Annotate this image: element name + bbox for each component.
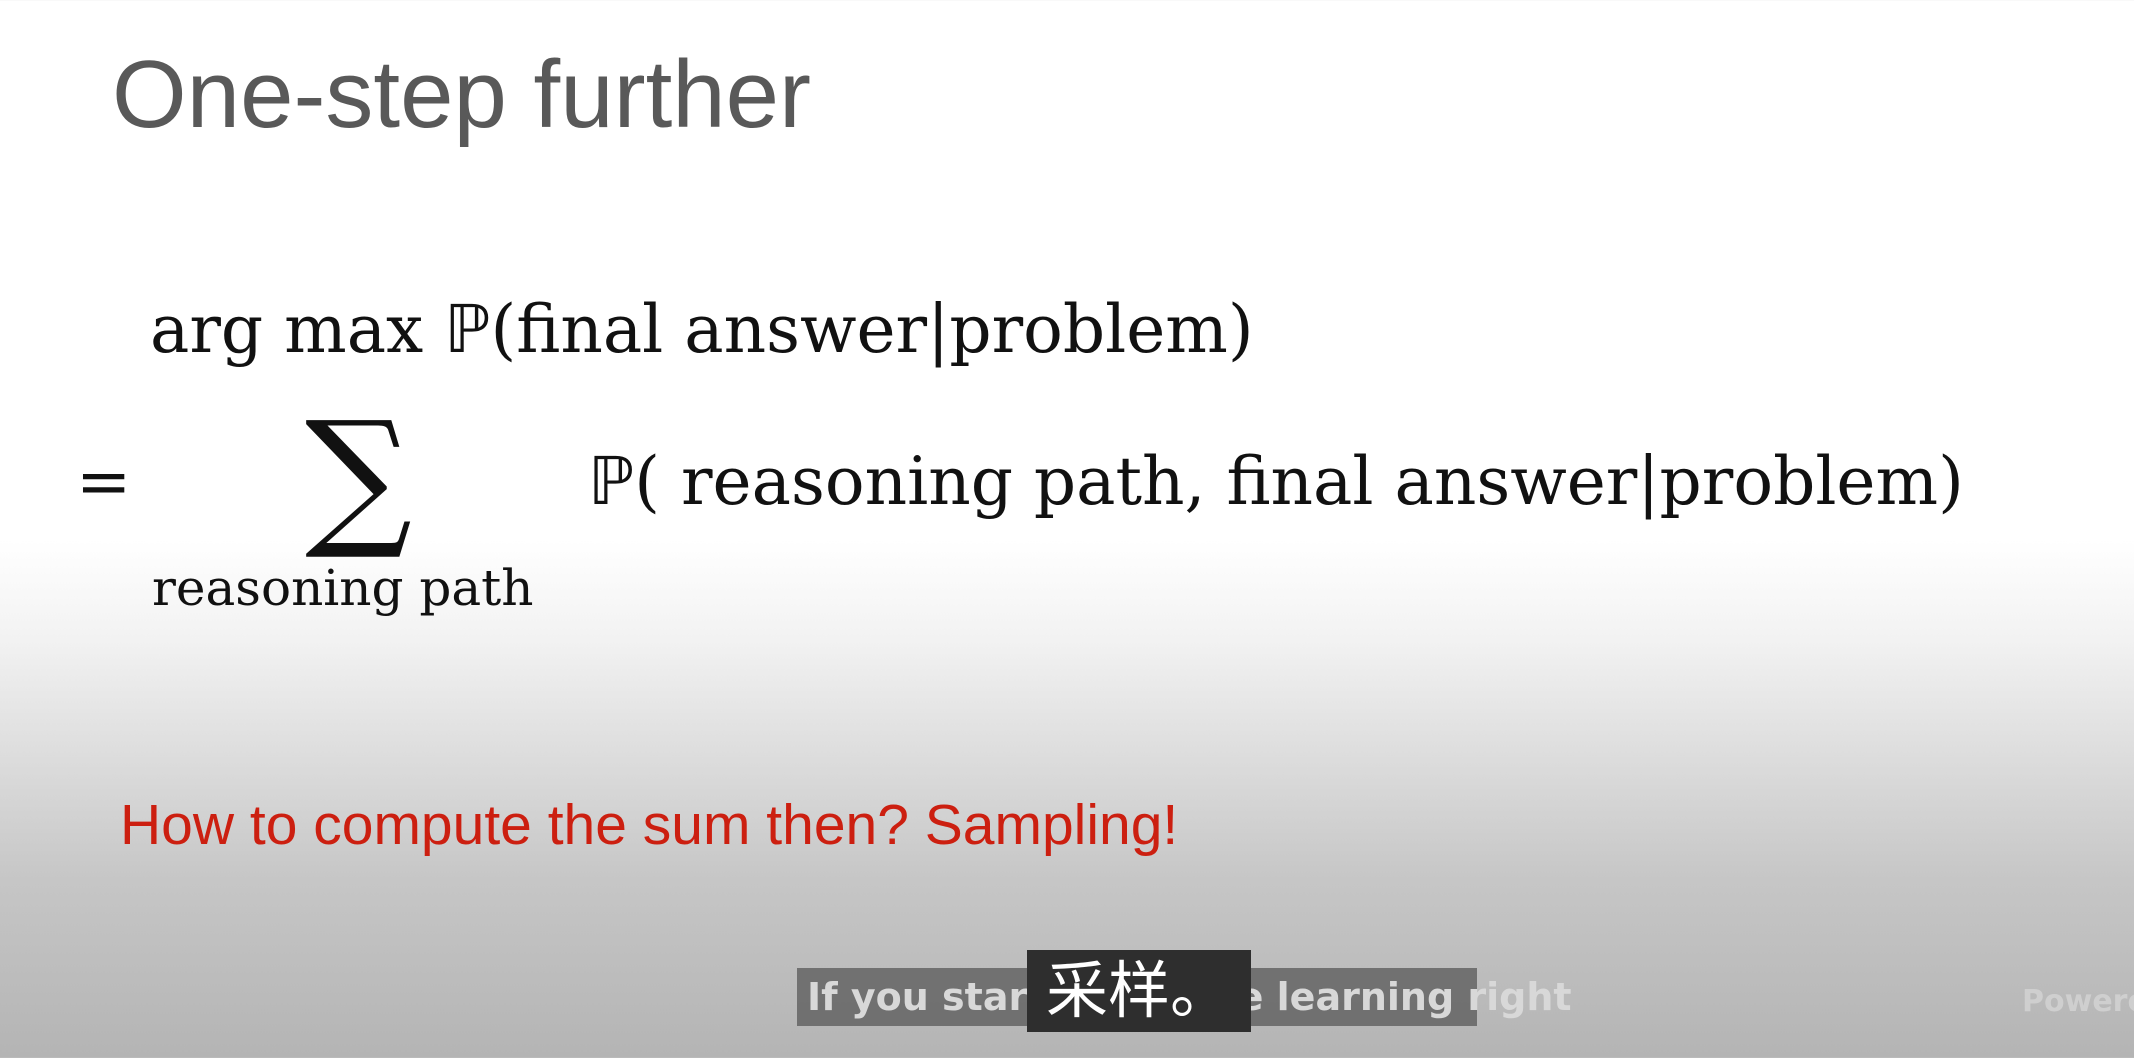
summation-symbol: ∑ xyxy=(305,390,413,564)
watermark: Powered xyxy=(2022,984,2134,1019)
summation-subscript: reasoning path xyxy=(152,559,534,617)
probability-symbol: ℙ xyxy=(444,291,491,368)
probability-symbol: ℙ xyxy=(588,443,635,520)
equation-line-2-expression: ( reasoning path, final answer|problem) xyxy=(634,443,1964,520)
chinese-subtitle: 采样。 xyxy=(1027,950,1251,1032)
equation-line-1: arg max ℙ(final answer|problem) xyxy=(150,290,1254,370)
equals-sign: = xyxy=(76,443,132,520)
slide-title: One-step further xyxy=(112,41,811,148)
question-text: How to compute the sum then? Sampling! xyxy=(120,793,1179,857)
equation-line-1-expression: (final answer|problem) xyxy=(490,291,1254,368)
equation-line-2: ℙ( reasoning path, final answer|problem) xyxy=(588,442,1964,522)
argmax-operator: arg max xyxy=(150,291,445,368)
